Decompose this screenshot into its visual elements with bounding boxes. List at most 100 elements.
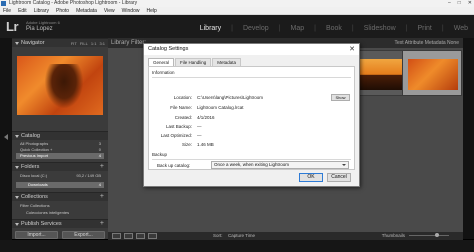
close-icon[interactable]: ✕ — [349, 45, 355, 53]
dialog-titlebar: Catalog Settings ✕ — [144, 44, 359, 55]
ok-button[interactable]: OK — [299, 173, 323, 182]
right-panel-edge[interactable] — [463, 38, 474, 239]
thumbnails-label: Thumbnails — [381, 233, 405, 238]
add-folder-icon[interactable]: + — [100, 163, 104, 170]
library-filter-options[interactable]: Text Attribute Metadata None — [395, 40, 459, 46]
left-panel-edge[interactable] — [0, 38, 12, 252]
backup-frequency-select[interactable]: Once a week, when exiting Lightroom — [211, 161, 349, 169]
zoom-fit[interactable]: FIT — [71, 41, 77, 46]
catalog-item-label: All Photographs — [20, 141, 49, 146]
import-button[interactable]: Import... — [15, 231, 58, 239]
catalog-header[interactable]: Catalog — [12, 131, 108, 140]
divider — [152, 159, 351, 160]
show-button[interactable]: Show — [331, 94, 350, 101]
chevron-down-icon — [342, 164, 346, 166]
collapse-triangle-icon[interactable] — [15, 42, 19, 45]
last-optimized-value: — — [197, 133, 202, 138]
grid-cell-selected[interactable] — [402, 50, 462, 96]
last-optimized-label: Last Optimized: — [160, 133, 192, 138]
survey-view-icon[interactable] — [148, 233, 157, 239]
module-picker: Library | Develop | Map | Book | Slidesh… — [200, 25, 468, 32]
collections-header[interactable]: Collections + — [12, 192, 108, 201]
module-slideshow[interactable]: Slideshow — [364, 25, 396, 32]
collection-item-label: Colecciones inteligentes — [26, 210, 70, 215]
module-print[interactable]: Print — [417, 25, 431, 32]
module-web[interactable]: Web — [454, 25, 468, 32]
compare-view-icon[interactable] — [136, 233, 145, 239]
module-separator: | — [351, 25, 354, 32]
loupe-view-icon[interactable] — [124, 233, 133, 239]
sort-label: Sort: — [213, 233, 223, 238]
library-filter-label: Library Filter: — [111, 40, 147, 46]
collapse-left-icon[interactable] — [4, 134, 8, 140]
collapse-triangle-icon[interactable] — [15, 223, 19, 226]
divider — [152, 77, 351, 78]
collapse-triangle-icon[interactable] — [15, 135, 19, 138]
menu-help[interactable]: Help — [146, 7, 156, 14]
collapse-triangle-icon[interactable] — [15, 166, 19, 169]
window-controls: – □ ✕ — [448, 0, 472, 7]
export-button[interactable]: Export... — [62, 231, 105, 239]
catalog-item-label: Quick Collection + — [20, 147, 53, 152]
menu-view[interactable]: View — [104, 7, 115, 14]
window-title: Lightroom Catalog - Adobe Photoshop Ligh… — [9, 0, 138, 6]
file-name-value: Lightroom Catalog.lrcat — [197, 105, 244, 110]
lightroom-app-icon — [1, 1, 6, 6]
minimize-button[interactable]: – — [448, 0, 451, 7]
collection-item-smart[interactable]: Colecciones inteligentes — [16, 210, 104, 216]
sunset-photo-thumbnail — [354, 59, 404, 90]
filmstrip-bar — [0, 240, 474, 252]
cancel-button[interactable]: Cancel — [327, 173, 351, 182]
menu-edit[interactable]: Edit — [18, 7, 27, 14]
thumbnail-size-slider[interactable] — [409, 233, 449, 237]
catalog-item-count: 4 — [98, 153, 101, 158]
module-develop[interactable]: Develop — [243, 25, 269, 32]
close-window-button[interactable]: ✕ — [468, 0, 472, 7]
menu-window[interactable]: Window — [122, 7, 140, 14]
folder-item-count: 4 — [98, 182, 101, 187]
lightroom-logo: Lr — [6, 19, 19, 34]
menu-library[interactable]: Library — [34, 7, 49, 14]
navigator-preview[interactable] — [17, 56, 103, 115]
identity-plate: Lr Adobe Lightroom 6 Pia Lopez Library |… — [0, 15, 474, 38]
collection-item-filter[interactable]: Filter Collections — [16, 203, 104, 209]
library-toolbar: Sort: Capture Time Thumbnails — [108, 232, 463, 240]
created-value: 4/1/2016 — [197, 115, 215, 120]
location-label: Location: — [173, 95, 192, 100]
folders-header[interactable]: Folders + — [12, 162, 108, 171]
module-library[interactable]: Library — [200, 25, 221, 32]
window-titlebar: Lightroom Catalog - Adobe Photoshop Ligh… — [0, 0, 474, 7]
file-name-label: File Name: — [170, 105, 192, 110]
size-label: Size: — [181, 142, 192, 147]
navigator-zoom-tabs: FIT FILL 1:1 3:1 — [71, 41, 105, 46]
publish-services-label: Publish Services — [21, 221, 62, 227]
module-map[interactable]: Map — [290, 25, 304, 32]
add-publish-service-icon[interactable]: + — [100, 220, 104, 227]
slider-knob[interactable] — [435, 233, 439, 237]
volume-row[interactable]: Disco local (C:) 93,2 / 149 GB — [16, 173, 104, 179]
backup-heading: Backup — [152, 152, 168, 157]
menu-photo[interactable]: Photo — [56, 7, 69, 14]
publish-services-header[interactable]: Publish Services + — [12, 219, 108, 228]
menu-file[interactable]: File — [3, 7, 11, 14]
backup-label: Back up catalog: — [157, 163, 191, 168]
folder-item-downloads[interactable]: Downloads 4 — [16, 182, 104, 188]
navigator-header[interactable]: Navigator FIT FILL 1:1 3:1 — [12, 38, 108, 47]
add-collection-icon[interactable]: + — [100, 193, 104, 200]
zoom-fill[interactable]: FILL — [80, 41, 88, 46]
module-separator: | — [231, 25, 233, 32]
sort-select[interactable]: Capture Time — [228, 233, 255, 238]
module-separator: | — [405, 25, 408, 32]
maximize-button[interactable]: □ — [458, 0, 461, 7]
menu-metadata[interactable]: Metadata — [76, 7, 97, 14]
catalog-item-previous-import[interactable]: Previous Import 4 — [16, 153, 104, 159]
module-book[interactable]: Book — [326, 25, 342, 32]
horse-photo-image — [45, 64, 83, 108]
grid-view-icon[interactable] — [112, 233, 121, 239]
volume-label: Disco local (C:) — [20, 173, 48, 178]
module-separator: | — [441, 25, 444, 32]
product-name: Adobe Lightroom 6 — [26, 20, 60, 25]
zoom-3-1[interactable]: 3:1 — [99, 41, 105, 46]
collapse-triangle-icon[interactable] — [15, 196, 19, 199]
zoom-1-1[interactable]: 1:1 — [91, 41, 97, 46]
